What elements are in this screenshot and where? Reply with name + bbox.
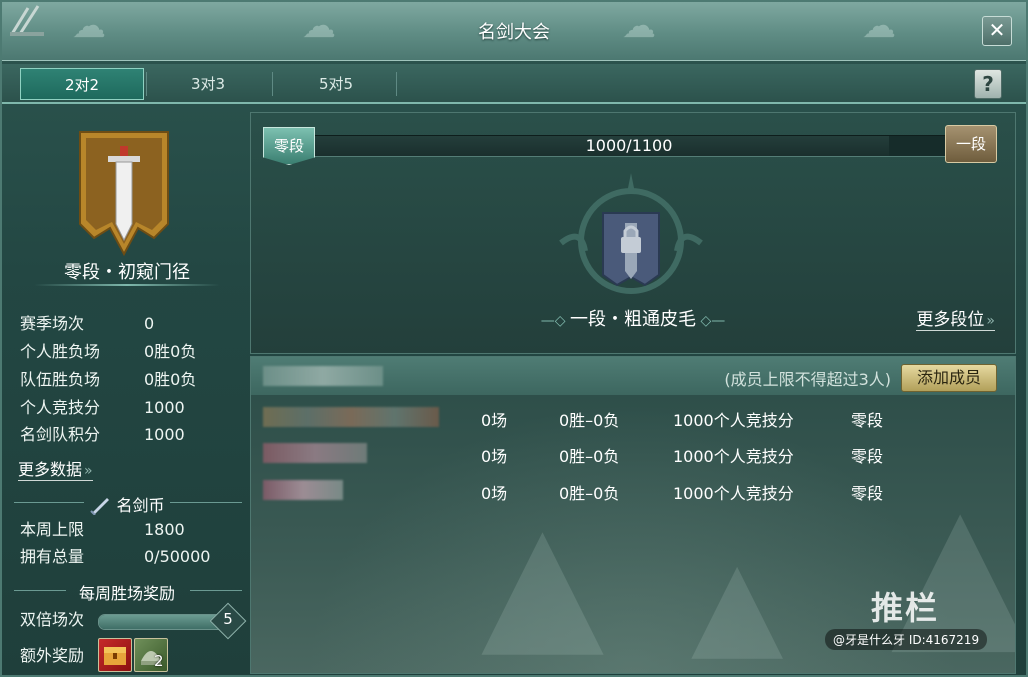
- stat-season-games: 赛季场次 0: [20, 312, 154, 336]
- stat-label: 拥有总量: [20, 547, 85, 566]
- members-header: (成员上限不得超过3人) 添加成员: [251, 357, 1015, 395]
- close-button[interactable]: ✕: [982, 16, 1012, 46]
- member-row[interactable]: 0场 0胜–0负 1000个人竞技分 零段: [251, 476, 1015, 504]
- title-bar: ☁ ☁ ☁ ☁ 名剑大会 ✕: [2, 2, 1026, 61]
- watermark-user: @牙是什么牙 ID:4167219: [825, 629, 988, 650]
- stat-coin-total: 拥有总量 0/50000: [20, 545, 210, 569]
- double-games-bar: [98, 614, 226, 630]
- double-games-bar-fill: [99, 615, 225, 629]
- member-score: 1000个人竞技分: [673, 411, 794, 430]
- member-rank: 零段: [851, 411, 884, 430]
- member-row[interactable]: 0场 0胜–0负 1000个人竞技分 零段: [251, 439, 1015, 467]
- coin-section-heading: 名剑币: [12, 492, 242, 516]
- more-data-link[interactable]: 更多数据»: [18, 456, 93, 481]
- more-ranks-link[interactable]: 更多段位»: [916, 305, 995, 331]
- extra-reward-label: 额外奖励: [20, 646, 85, 665]
- member-name-blurred: [263, 407, 439, 427]
- next-rank-chest-icon[interactable]: 一段: [945, 125, 997, 163]
- member-record: 0胜–0负: [559, 411, 620, 430]
- stat-value: 1800: [144, 520, 185, 539]
- stat-label: 名剑队积分: [20, 425, 101, 444]
- member-record: 0胜–0负: [559, 447, 620, 466]
- tab-3v3[interactable]: 3对3: [146, 68, 270, 100]
- member-limit-text: (成员上限不得超过3人): [724, 370, 891, 389]
- ornament-right-icon: ◇—: [696, 313, 726, 329]
- stat-team-record: 队伍胜负场 0胜0负: [20, 368, 196, 392]
- rank-progress-text: 1000/1100: [585, 136, 673, 155]
- stat-value: 1000: [144, 398, 185, 417]
- member-name-blurred: [263, 443, 367, 463]
- member-record: 0胜–0负: [559, 484, 620, 503]
- more-data-label: 更多数据: [18, 460, 83, 479]
- locked-rank-emblem-icon: [559, 173, 703, 294]
- weekly-reward-heading: 每周胜场奖励: [78, 584, 175, 603]
- rank-emblem-icon: [79, 131, 169, 257]
- member-row[interactable]: 0场 0胜–0负 1000个人竞技分 零段: [251, 403, 1015, 431]
- stat-label: 个人胜负场: [20, 342, 101, 361]
- stat-personal-record: 个人胜负场 0胜0负: [20, 340, 196, 364]
- double-games-count: 5: [223, 610, 233, 628]
- stat-value: 0胜0负: [144, 370, 197, 389]
- stat-team-score: 名剑队积分 1000: [20, 423, 185, 447]
- left-panel: 零段・初窥门径 赛季场次 0 个人胜负场 0胜0负 队伍胜负场 0胜0负 个人竞技分 1…: [12, 110, 247, 675]
- member-score: 1000个人竞技分: [673, 484, 794, 503]
- stat-label: 赛季场次: [20, 314, 85, 333]
- arena-window: ☁ ☁ ☁ ☁ 名剑大会 ✕ 2对2 3对3 5对5 ? 零段・初窥门径 赛季场…: [0, 0, 1028, 677]
- member-score: 1000个人竞技分: [673, 447, 794, 466]
- team-members-panel: ▲ ▲ ▲ (成员上限不得超过3人) 添加成员 0场 0胜–0负 1000个人竞…: [250, 356, 1016, 674]
- stat-value: 1000: [144, 425, 185, 444]
- current-rank-badge: 零段: [263, 127, 315, 165]
- coin-section-title: 名剑币: [116, 496, 165, 515]
- stat-personal-score: 个人竞技分 1000: [20, 396, 185, 420]
- tab-bar: 2对2 3对3 5对5 ?: [2, 64, 1026, 104]
- ornament-left-icon: —◇: [540, 313, 570, 329]
- stat-label: 个人竞技分: [20, 398, 101, 417]
- double-chevron-right-icon: »: [986, 313, 995, 329]
- pine-tree-icon: ▲: [481, 486, 605, 673]
- tab-2v2[interactable]: 2对2: [20, 68, 144, 100]
- member-rank: 零段: [851, 484, 884, 503]
- member-games: 0场: [481, 447, 508, 466]
- tab-5v5[interactable]: 5对5: [274, 68, 398, 100]
- watermark-brand: 推栏: [871, 589, 940, 627]
- sword-coin-icon: [90, 498, 110, 516]
- member-rank: 零段: [851, 447, 884, 466]
- team-name-blurred: [263, 366, 383, 386]
- extra-reward-count: 2: [154, 652, 164, 670]
- next-rank-badge-label: 一段: [955, 135, 986, 153]
- pine-tree-icon: ▲: [691, 534, 784, 673]
- next-rank-title-text: 一段・粗通皮毛: [570, 309, 696, 330]
- double-chevron-right-icon: »: [84, 463, 93, 479]
- stat-value: 0: [144, 314, 155, 333]
- stat-label: 队伍胜负场: [20, 370, 101, 389]
- member-name-blurred: [263, 480, 343, 500]
- tab-divider: [396, 72, 397, 96]
- rank-progress-bar: 1000/1100: [311, 135, 947, 157]
- member-games: 0场: [481, 484, 508, 503]
- treasure-chest-icon[interactable]: [98, 638, 132, 672]
- add-member-button[interactable]: 添加成员: [901, 364, 997, 392]
- divider: [34, 284, 220, 286]
- rank-progress-panel: 1000/1100 零段 一段 —◇ 一段・粗通皮毛 ◇— 更多段位»: [250, 112, 1016, 354]
- double-games-label: 双倍场次: [20, 610, 85, 629]
- more-ranks-label: 更多段位: [916, 310, 985, 330]
- stat-weekly-cap: 本周上限 1800: [20, 518, 185, 542]
- member-games: 0场: [481, 411, 508, 430]
- next-rank-title: —◇ 一段・粗通皮毛 ◇—: [251, 305, 1015, 331]
- tab-divider: [272, 72, 273, 96]
- stat-value: 0/50000: [144, 547, 211, 566]
- stat-label: 本周上限: [20, 520, 85, 539]
- stat-value: 0胜0负: [144, 342, 197, 361]
- window-title: 名剑大会: [478, 22, 550, 43]
- help-button[interactable]: ?: [974, 69, 1002, 99]
- current-rank-title: 零段・初窥门径: [64, 262, 190, 283]
